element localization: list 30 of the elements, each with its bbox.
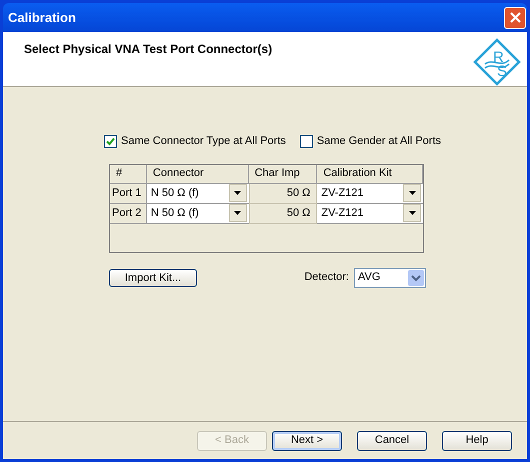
kit-value: ZV-Z121 — [321, 206, 364, 221]
detector-select[interactable]: AVG — [354, 268, 426, 288]
dropdown-button[interactable] — [228, 204, 247, 222]
caret-icon — [408, 191, 416, 195]
caret-icon — [234, 211, 242, 215]
column-header: # — [110, 164, 147, 184]
connector-value: N 50 Ω (f) — [150, 186, 199, 201]
caret-icon — [234, 191, 242, 195]
close-icon — [510, 12, 520, 23]
import-kit-button[interactable]: Import Kit... — [109, 268, 197, 286]
kit-value: ZV-Z121 — [321, 186, 364, 201]
dropdown-button[interactable] — [403, 204, 421, 222]
dropdown-button[interactable] — [228, 184, 247, 202]
window-title: Calibration — [8, 8, 76, 27]
detector-label: Detector: — [304, 270, 349, 286]
checkbox-label: Same Gender at All Ports — [316, 134, 442, 149]
check-icon — [106, 136, 115, 146]
caret-icon — [408, 211, 416, 215]
checkbox[interactable] — [104, 134, 117, 148]
dialog-button[interactable]: Cancel — [357, 430, 427, 450]
connector-value: N 50 Ω (f) — [150, 206, 199, 221]
dialog-button[interactable]: Next > — [272, 430, 342, 450]
close-button[interactable] — [504, 6, 526, 28]
column-header: Char Imp — [248, 164, 318, 184]
dropdown-button[interactable] — [403, 184, 421, 202]
checkbox-label: Same Connector Type at All Ports — [121, 134, 286, 149]
page-heading: Select Physical VNA Test Port Connector(s) — [24, 41, 272, 58]
dropdown-icon — [408, 270, 424, 286]
dialog-button[interactable]: Help — [442, 430, 512, 450]
checkbox[interactable] — [300, 134, 313, 148]
